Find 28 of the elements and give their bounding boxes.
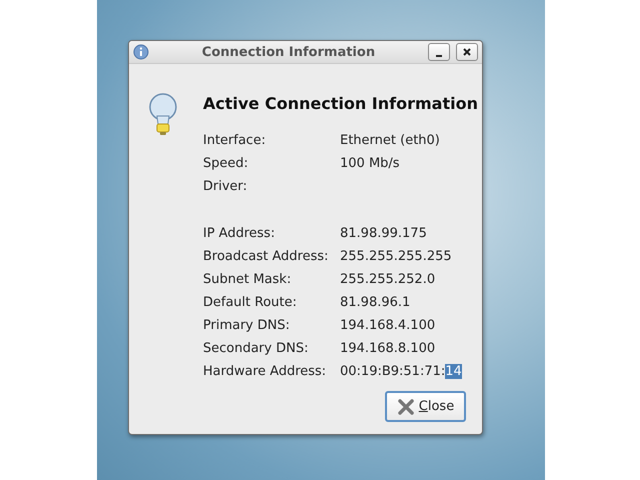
field-label: Speed: [203, 155, 250, 173]
field-value: 100 Mb/s [340, 155, 401, 173]
field-label: Default Route: [203, 294, 298, 312]
field-value: 194.168.4.100 [340, 317, 436, 335]
close-dialog-button[interactable]: Close [385, 391, 466, 422]
close-icon [462, 47, 472, 57]
field-label: Interface: [203, 132, 267, 150]
close-button[interactable] [456, 43, 478, 61]
field-label: IP Address: [203, 225, 276, 243]
field-value: 255.255.252.0 [340, 271, 436, 289]
window-title: Connection Information [200, 44, 376, 60]
field-label: Broadcast Address: [203, 248, 330, 266]
dialog-heading: Active Connection Information [203, 94, 479, 114]
field-label: Primary DNS: [203, 317, 291, 335]
field-value: 81.98.99.175 [340, 225, 428, 243]
field-value: 00:19:B9:51:71:14 [340, 363, 463, 381]
field-label: Subnet Mask: [203, 271, 292, 289]
field-label: Hardware Address: [203, 363, 328, 381]
close-icon [396, 398, 415, 416]
field-value: 81.98.96.1 [340, 294, 412, 312]
field-value: 255.255.255.255 [340, 248, 453, 266]
field-label: Driver: [203, 178, 248, 196]
info-icon [133, 44, 149, 60]
field-value: 194.168.8.100 [340, 340, 436, 358]
minimize-icon [436, 55, 442, 57]
field-value: Ethernet (eth0) [340, 132, 441, 150]
minimize-button[interactable] [428, 43, 450, 61]
field-label: Secondary DNS: [203, 340, 310, 358]
